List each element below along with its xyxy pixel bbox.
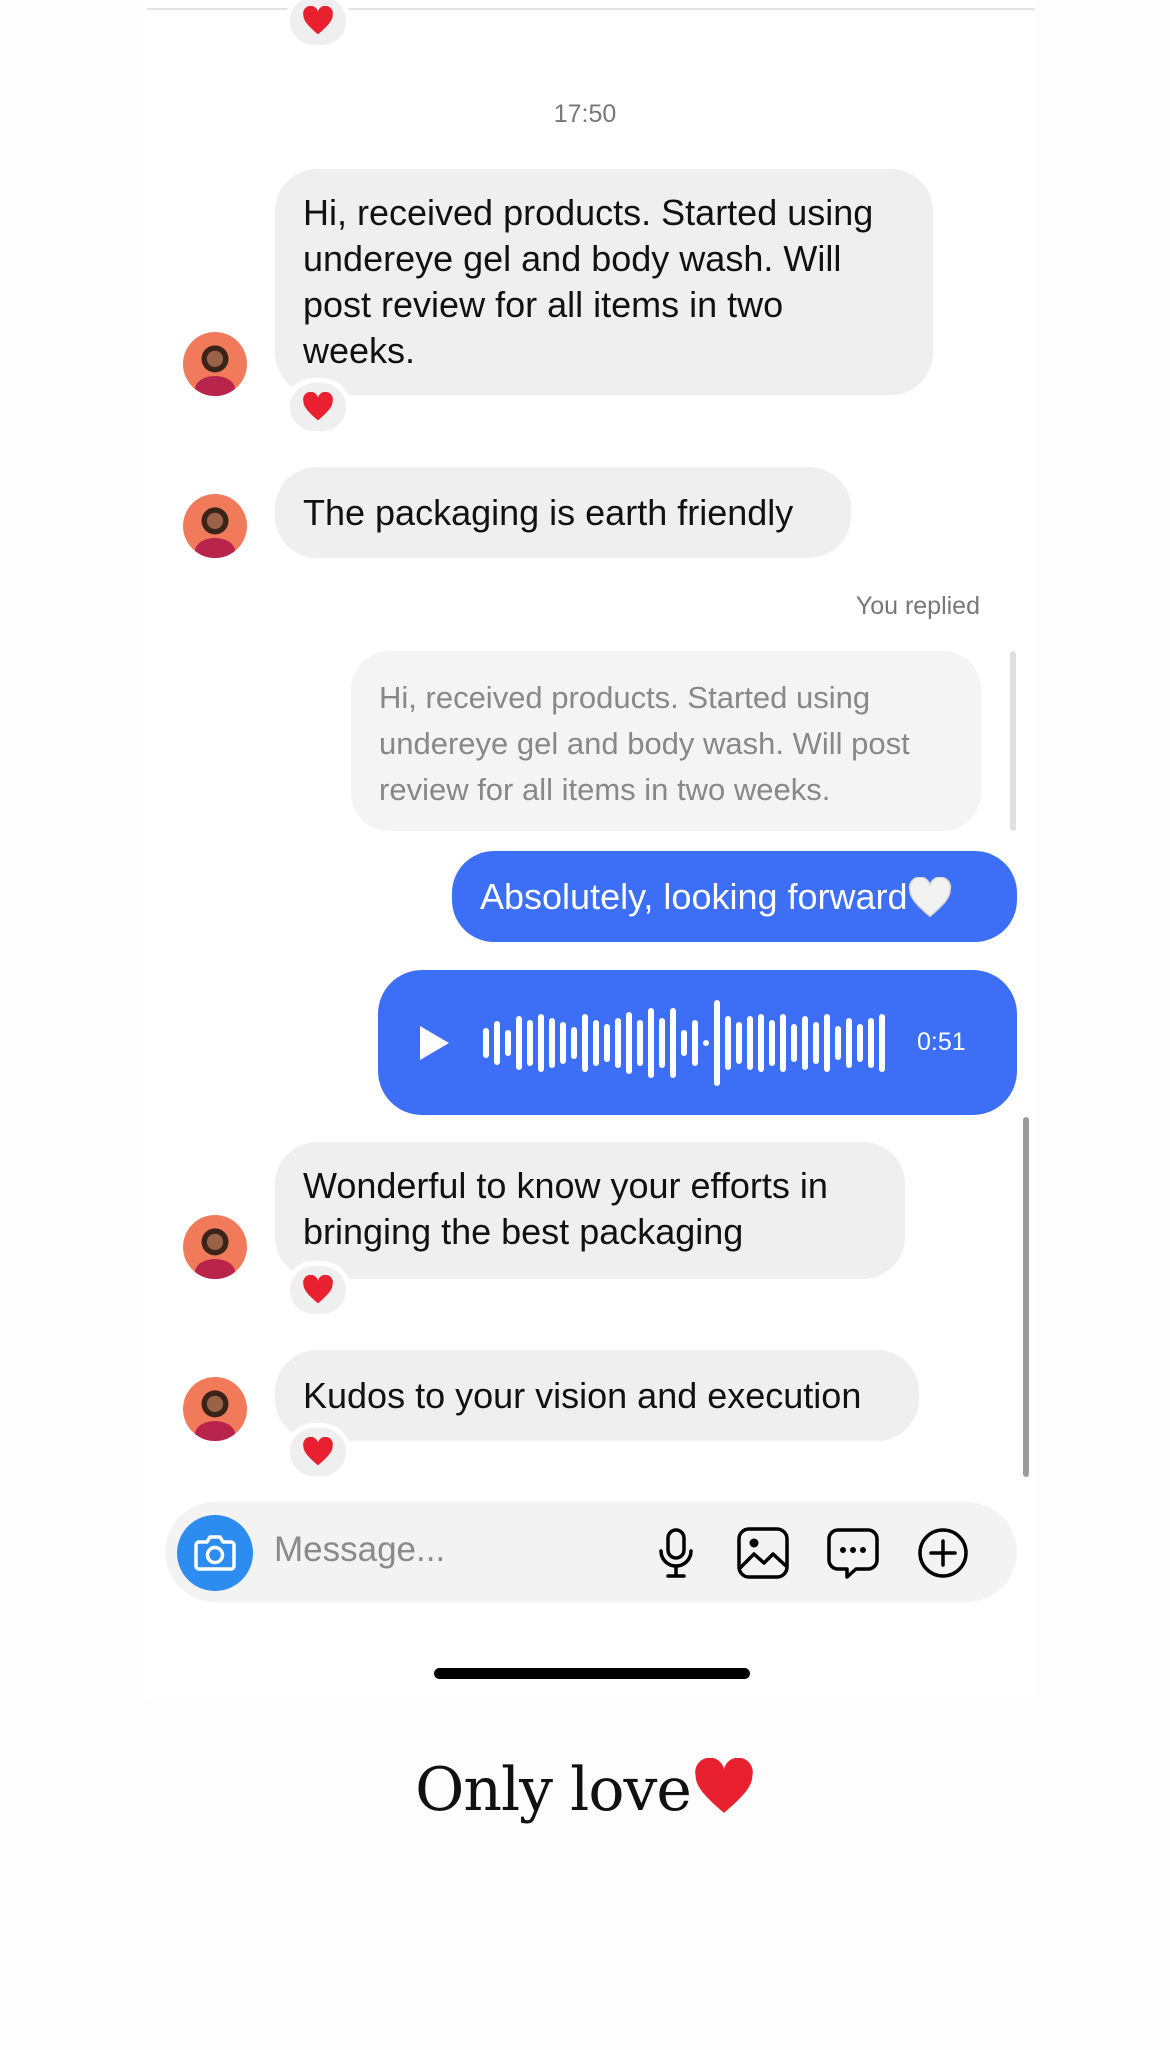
- waveform: [483, 1000, 885, 1086]
- message-composer: Message...: [165, 1502, 1017, 1602]
- sticker-icon[interactable]: [826, 1526, 880, 1580]
- camera-icon: [194, 1535, 236, 1571]
- avatar[interactable]: [183, 1215, 247, 1279]
- white-heart-emoji: [908, 876, 951, 918]
- caption-text: Only love: [415, 1755, 692, 1825]
- heart-icon: [303, 1275, 333, 1304]
- message-text: Absolutely, looking forward: [480, 876, 908, 917]
- heart-icon: [303, 6, 333, 35]
- message-bubble[interactable]: The packaging is earth friendly: [275, 467, 851, 558]
- message-bubble[interactable]: Kudos to your vision and execution: [275, 1350, 919, 1441]
- reaction-heart[interactable]: [285, 0, 351, 50]
- reaction-heart[interactable]: [285, 1261, 351, 1319]
- timestamp: 17:50: [553, 100, 617, 128]
- replied-label: You replied: [855, 592, 980, 620]
- avatar[interactable]: [183, 1377, 247, 1441]
- reaction-heart[interactable]: [285, 378, 351, 436]
- scrollbar[interactable]: [1023, 1117, 1029, 1477]
- message-text: Kudos to your vision and execution: [303, 1375, 862, 1416]
- camera-button[interactable]: [177, 1515, 253, 1591]
- plus-icon[interactable]: [916, 1526, 970, 1580]
- message-text: Wonderful to know your efforts in bringi…: [303, 1165, 828, 1252]
- message-bubble[interactable]: Hi, received products. Started using und…: [275, 169, 933, 395]
- quoted-message[interactable]: Hi, received products. Started using und…: [351, 651, 981, 831]
- gallery-icon[interactable]: [736, 1526, 790, 1580]
- voice-duration: 0:51: [917, 1028, 966, 1056]
- play-icon[interactable]: [417, 1024, 451, 1062]
- microphone-icon[interactable]: [649, 1526, 703, 1580]
- voice-message[interactable]: 0:51: [378, 970, 1017, 1115]
- reaction-heart[interactable]: [285, 1423, 351, 1481]
- quote-bar: [1010, 651, 1016, 831]
- heart-icon: [303, 392, 333, 421]
- avatar[interactable]: [183, 494, 247, 558]
- divider: [147, 8, 1035, 10]
- message-text: The packaging is earth friendly: [303, 492, 794, 533]
- message-bubble[interactable]: Wonderful to know your efforts in bringi…: [275, 1142, 905, 1279]
- outgoing-message-bubble[interactable]: Absolutely, looking forward: [452, 851, 1017, 942]
- home-indicator[interactable]: [434, 1668, 750, 1679]
- message-input[interactable]: Message...: [274, 1530, 445, 1570]
- message-text: Hi, received products. Started using und…: [303, 192, 874, 371]
- heart-icon: [303, 1437, 333, 1466]
- caption: Only love: [0, 1755, 1170, 1825]
- avatar[interactable]: [183, 332, 247, 396]
- red-heart-emoji: [695, 1757, 753, 1813]
